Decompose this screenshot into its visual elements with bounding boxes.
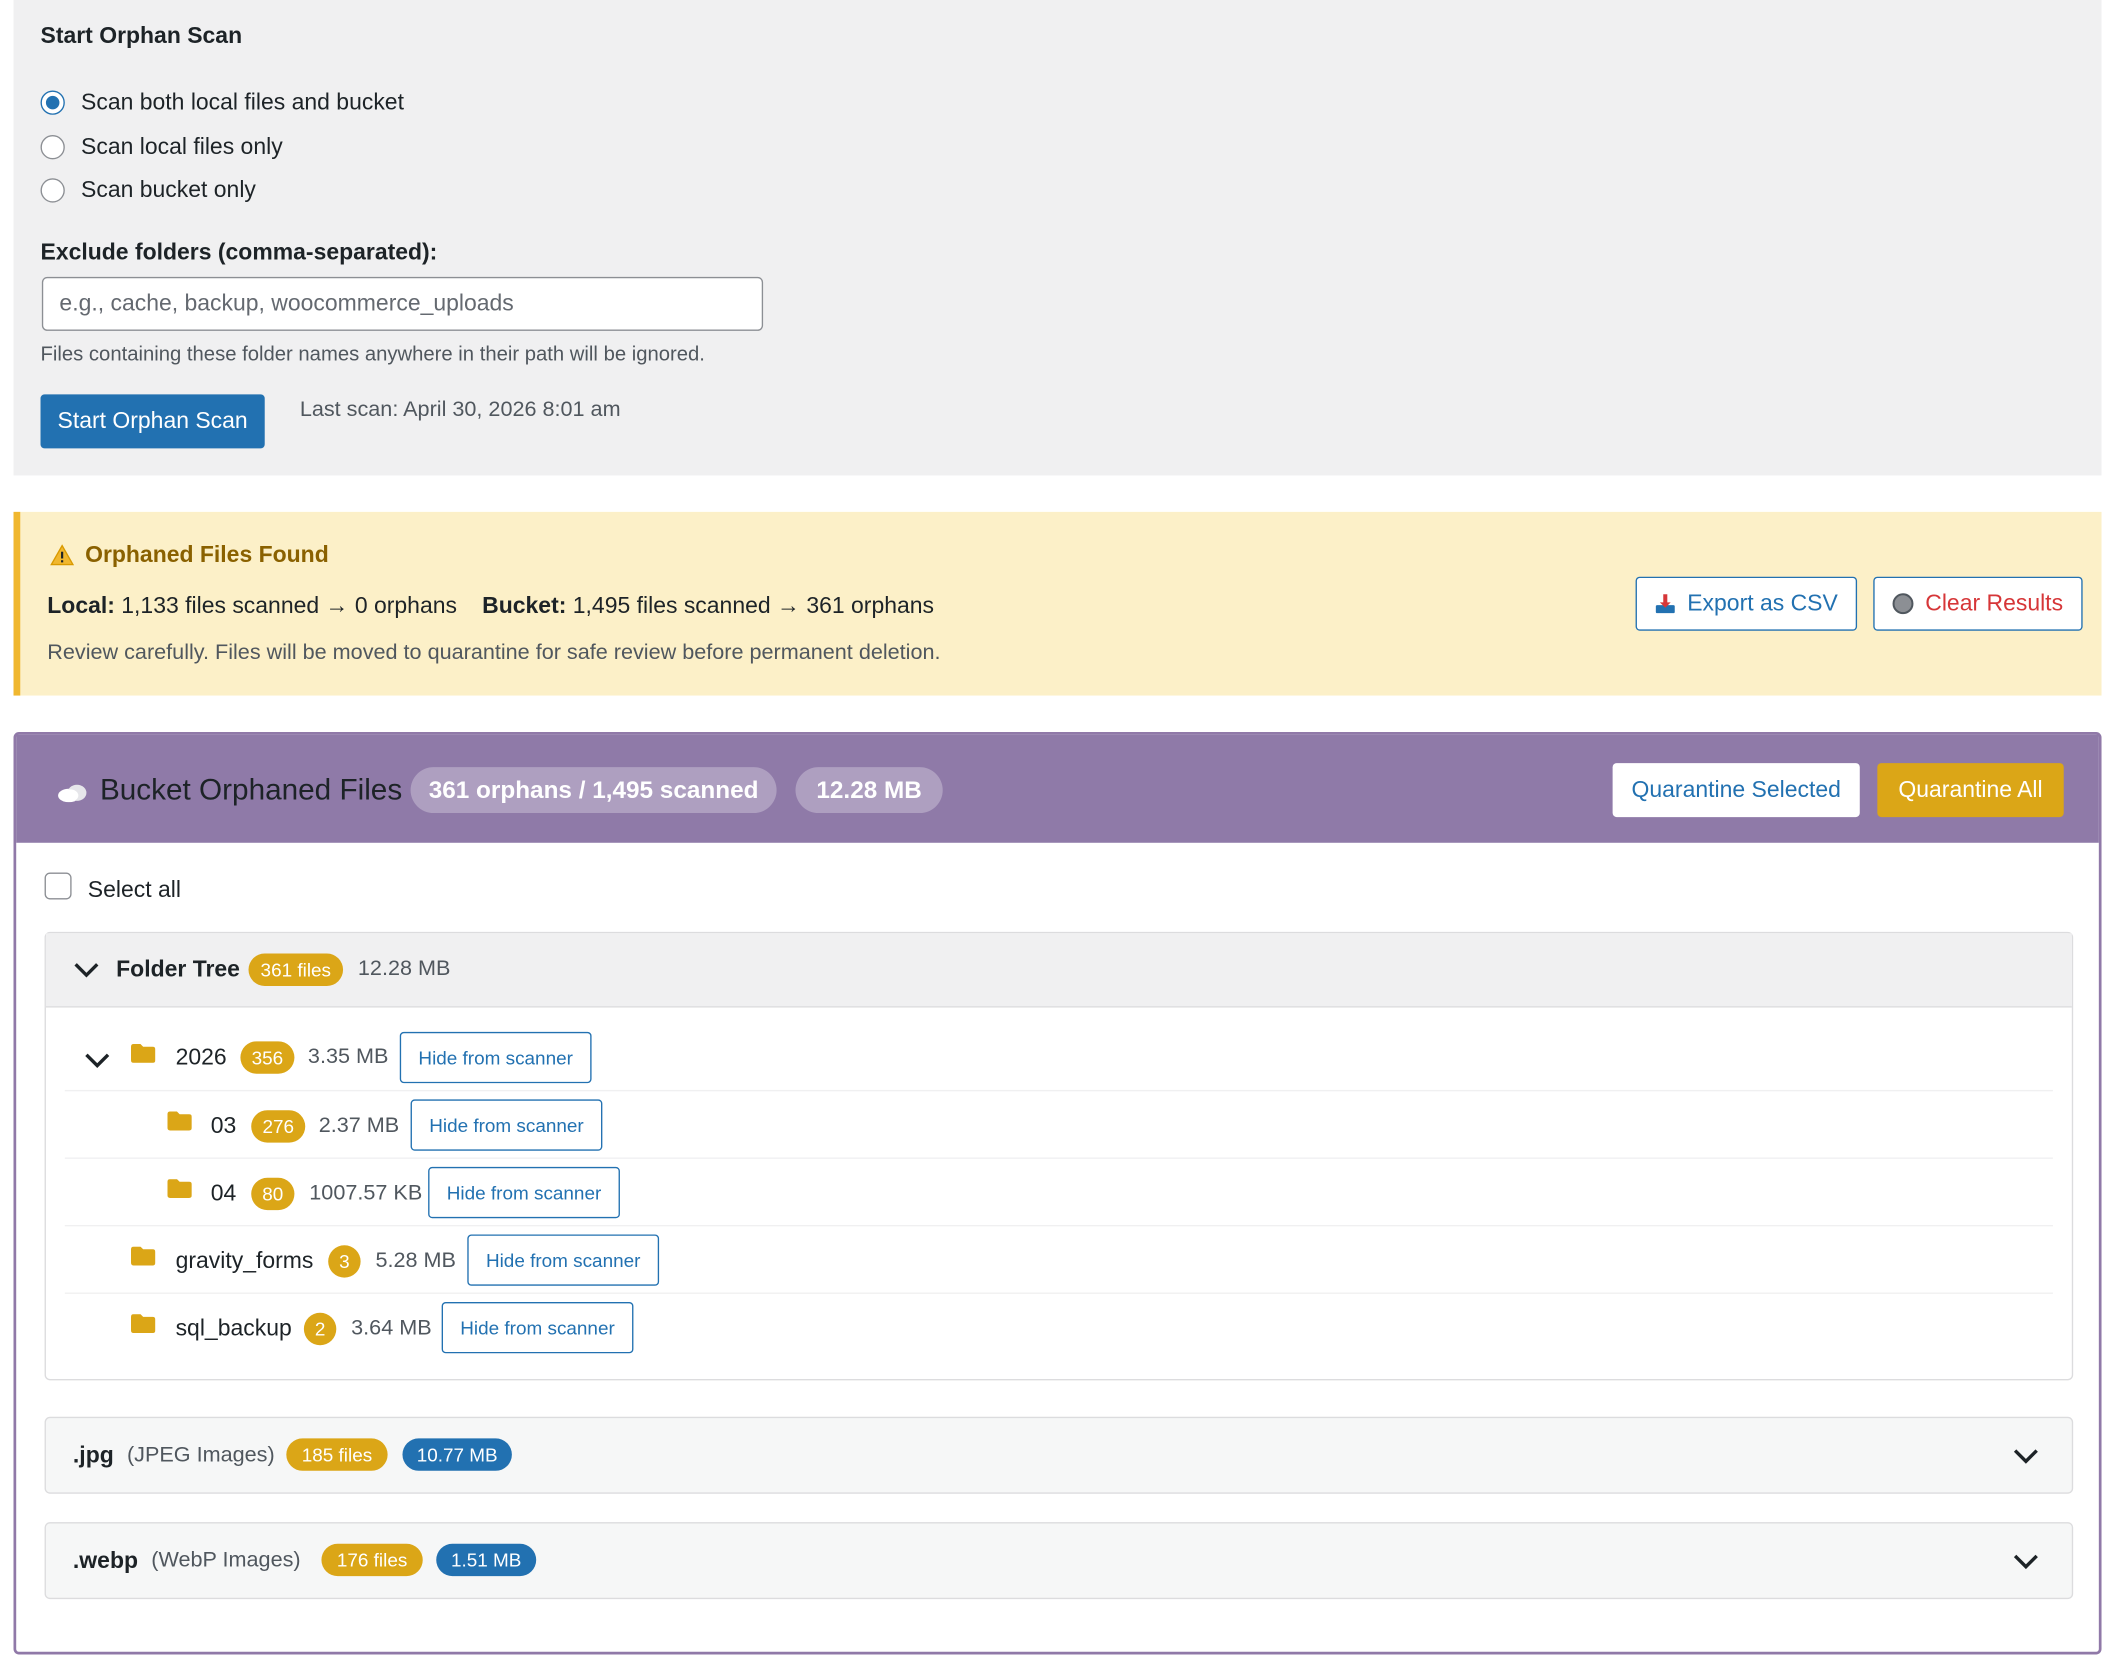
folder-tree-label: Folder Tree xyxy=(116,956,240,982)
tree-row-size: 1007.57 KB xyxy=(309,1181,423,1205)
notice-title: Orphaned Files Found xyxy=(50,542,329,569)
tree-row-label: 2026 xyxy=(175,1044,227,1070)
extension-description: (JPEG Images) xyxy=(126,1443,275,1467)
download-icon xyxy=(1656,594,1676,614)
total-size-pill: 12.28 MB xyxy=(795,767,943,814)
tree-row-count-badge: 2 xyxy=(303,1312,337,1346)
extension-size-badge: 10.77 MB xyxy=(402,1438,512,1471)
extension-group-webp[interactable]: .webp (WebP Images) 176 files 1.51 MB xyxy=(44,1522,2074,1600)
chevron-down-icon[interactable] xyxy=(73,960,100,979)
tree-row-label: gravity_forms xyxy=(175,1247,314,1274)
radio-scan-bucket[interactable] xyxy=(40,178,65,203)
extension-name: .jpg xyxy=(72,1442,114,1469)
folder-tree-header[interactable]: Folder Tree 361 files 12.28 MB xyxy=(45,933,2072,1008)
tree-row-label: 04 xyxy=(210,1180,237,1207)
scan-title: Start Orphan Scan xyxy=(40,22,243,49)
tree-row-count-badge: 80 xyxy=(251,1177,295,1211)
circle-icon xyxy=(1893,593,1915,615)
select-all-label[interactable]: Select all xyxy=(88,877,181,904)
local-stats-text: 1,133 files scanned → 0 orphans xyxy=(121,592,457,619)
cloud-icon xyxy=(58,784,87,803)
orphan-count-pill: 361 orphans / 1,495 scanned xyxy=(410,767,777,814)
extension-group-jpg[interactable]: .jpg (JPEG Images) 185 files 10.77 MB xyxy=(44,1416,2074,1494)
export-csv-label: Export as CSV xyxy=(1687,590,1838,616)
local-stats: Local: 1,133 files scanned → 0 orphans xyxy=(47,593,457,620)
notice-title-text: Orphaned Files Found xyxy=(85,541,329,568)
chevron-down-icon[interactable] xyxy=(2012,1552,2039,1571)
hide-from-scanner-button[interactable]: Hide from scanner xyxy=(467,1234,660,1286)
row-divider xyxy=(64,1089,2053,1092)
scan-panel: Start Orphan Scan Scan both local files … xyxy=(13,0,2102,476)
scan-option-label: Scan both local files and bucket xyxy=(81,89,404,115)
extension-file-count-badge: 185 files xyxy=(286,1438,388,1471)
row-divider xyxy=(64,1292,2053,1294)
folder-icon xyxy=(131,1246,156,1266)
extension-name: .webp xyxy=(72,1547,138,1574)
folder-icon xyxy=(167,1179,192,1198)
hide-from-scanner-button[interactable]: Hide from scanner xyxy=(399,1031,592,1084)
last-scan-text: Last scan: April 30, 2026 8:01 am xyxy=(299,398,621,422)
exclude-folders-help: Files containing these folder names anyw… xyxy=(40,343,705,367)
tree-row-count-badge: 276 xyxy=(251,1110,306,1143)
radio-scan-both[interactable] xyxy=(40,90,65,115)
scan-option-both[interactable]: Scan both local files and bucket xyxy=(40,86,404,118)
folder-icon xyxy=(131,1314,156,1334)
bucket-stats-text: 1,495 files scanned → 361 orphans xyxy=(572,592,935,619)
extension-size-badge: 1.51 MB xyxy=(436,1543,537,1577)
hide-from-scanner-button[interactable]: Hide from scanner xyxy=(410,1099,603,1151)
export-csv-button[interactable]: Export as CSV xyxy=(1635,576,1858,631)
tree-row-count-badge: 3 xyxy=(328,1245,361,1278)
bucket-stats: Bucket: 1,495 files scanned → 361 orphan… xyxy=(482,593,934,620)
clear-results-button[interactable]: Clear Results xyxy=(1873,576,2083,631)
exclude-folders-label: Exclude folders (comma-separated): xyxy=(40,239,438,265)
hide-from-scanner-button[interactable]: Hide from scanner xyxy=(441,1301,634,1354)
row-divider xyxy=(64,1224,2053,1227)
tree-row-size: 3.64 MB xyxy=(351,1316,432,1340)
bucket-orphans-panel: Bucket Orphaned Files 361 orphans / 1,49… xyxy=(13,732,2102,1655)
quarantine-selected-button[interactable]: Quarantine Selected xyxy=(1612,763,1860,818)
start-orphan-scan-button[interactable]: Start Orphan Scan xyxy=(40,394,265,449)
extension-description: (WebP Images) xyxy=(151,1549,301,1573)
tree-row-label: sql_backup xyxy=(175,1315,292,1342)
tree-row-size: 3.35 MB xyxy=(307,1045,389,1069)
orphans-found-notice: Orphaned Files Found Local: 1,133 files … xyxy=(13,511,2102,696)
scan-option-local[interactable]: Scan local files only xyxy=(40,131,283,163)
quarantine-all-button[interactable]: Quarantine All xyxy=(1877,763,2064,818)
bucket-stats-label: Bucket: xyxy=(482,592,567,619)
clear-results-label: Clear Results xyxy=(1925,590,2064,616)
extension-file-count-badge: 176 files xyxy=(321,1543,423,1577)
radio-scan-local[interactable] xyxy=(40,135,65,160)
notice-note: Review carefully. Files will be moved to… xyxy=(47,641,941,665)
tree-row-size: 5.28 MB xyxy=(375,1249,456,1273)
scan-option-label: Scan local files only xyxy=(81,133,283,160)
scan-option-bucket[interactable]: Scan bucket only xyxy=(40,174,256,206)
local-stats-label: Local: xyxy=(47,592,115,619)
bucket-title: Bucket Orphaned Files xyxy=(99,772,403,807)
bucket-header: Bucket Orphaned Files 361 orphans / 1,49… xyxy=(16,734,2099,843)
folder-icon xyxy=(167,1111,192,1131)
folder-tree: Folder Tree 361 files 12.28 MB 2026 356 … xyxy=(44,931,2074,1381)
select-all-checkbox[interactable] xyxy=(44,872,72,900)
folder-icon xyxy=(131,1044,156,1063)
chevron-down-icon[interactable] xyxy=(84,1051,111,1070)
folder-tree-size: 12.28 MB xyxy=(357,957,451,981)
tree-row-label: 03 xyxy=(210,1112,237,1139)
tree-row-size: 2.37 MB xyxy=(318,1114,400,1138)
folder-tree-count-badge: 361 files xyxy=(248,953,344,986)
tree-row-count-badge: 356 xyxy=(240,1041,295,1074)
hide-from-scanner-button[interactable]: Hide from scanner xyxy=(428,1166,620,1219)
warning-icon xyxy=(50,544,75,566)
chevron-down-icon[interactable] xyxy=(2012,1446,2039,1465)
exclude-folders-input[interactable] xyxy=(41,276,764,331)
scan-option-label: Scan bucket only xyxy=(81,176,256,203)
row-divider xyxy=(64,1157,2053,1159)
